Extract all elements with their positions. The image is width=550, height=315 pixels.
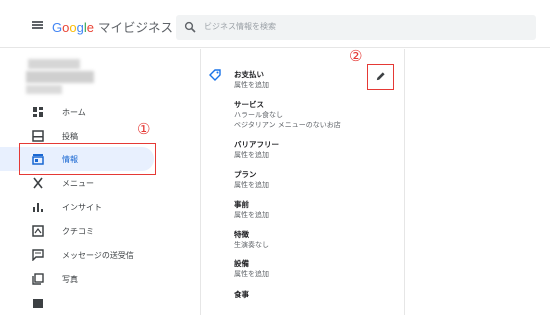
logo-letter: o xyxy=(69,20,77,35)
attribute-title: 食事 xyxy=(234,290,249,299)
logo-letter: G xyxy=(52,20,63,35)
attribute-value: ハラール食なし xyxy=(234,111,283,119)
business-info-redacted xyxy=(26,85,62,94)
annotation-marker-1: ① xyxy=(137,120,151,138)
sidebar-item-more[interactable] xyxy=(0,291,158,315)
attribute-features[interactable]: 特徴 生演奏なし xyxy=(234,230,269,250)
attribute-value[interactable]: 属性を追加 xyxy=(234,269,269,279)
annotation-box-info xyxy=(19,143,156,175)
attribute-title: お支払い xyxy=(234,70,264,79)
sidebar-item-home[interactable]: ホーム xyxy=(0,100,158,124)
tag-icon xyxy=(209,69,221,81)
product-name: マイビジネス xyxy=(97,20,173,35)
sidebar-item-insights[interactable]: インサイト xyxy=(0,195,158,219)
content-divider-left xyxy=(200,49,201,315)
message-icon xyxy=(32,249,44,261)
search-placeholder: ビジネス情報を検索 xyxy=(204,22,276,31)
edit-attributes-button[interactable] xyxy=(367,64,394,90)
google-my-business-logo[interactable]: Google マイビジネス xyxy=(52,17,173,36)
posts-icon xyxy=(32,130,44,142)
attribute-title: 事前 xyxy=(234,200,249,209)
reviews-icon xyxy=(32,225,44,237)
attribute-plans[interactable]: プラン 属性を追加 xyxy=(234,170,269,190)
attribute-value[interactable]: 属性を追加 xyxy=(234,210,269,220)
business-name-redacted xyxy=(28,59,80,69)
annotation-marker-2: ② xyxy=(349,47,363,65)
top-app-bar: Google マイビジネス ビジネス情報を検索 xyxy=(0,0,550,48)
attribute-title: サービス xyxy=(234,100,264,109)
attribute-value: 生演奏なし xyxy=(234,241,269,249)
pencil-edit-icon xyxy=(376,72,385,81)
sidebar-item-photos[interactable]: 写真 xyxy=(0,267,158,291)
attribute-advance[interactable]: 事前 属性を追加 xyxy=(234,200,269,220)
logo-letter: e xyxy=(86,20,94,35)
attribute-dining[interactable]: 食事 xyxy=(234,290,249,300)
home-dashboard-icon xyxy=(33,107,43,117)
content-divider-right xyxy=(404,49,405,315)
sidebar-item-label: 写真 xyxy=(62,275,78,284)
attribute-service[interactable]: サービス ハラール食なし ベジタリアン メニューのないお店 xyxy=(234,100,341,130)
attribute-title: バリアフリー xyxy=(234,140,279,149)
attribute-value[interactable]: 属性を追加 xyxy=(234,80,269,90)
attribute-value[interactable]: 属性を追加 xyxy=(234,180,269,190)
hamburger-menu-icon[interactable] xyxy=(32,21,43,29)
business-address-redacted xyxy=(26,71,94,83)
attribute-title: 設備 xyxy=(234,259,249,268)
sidebar-item-label: 投稿 xyxy=(62,132,78,141)
calendar-icon xyxy=(33,299,43,308)
photos-icon xyxy=(32,273,44,285)
attribute-payments[interactable]: お支払い 属性を追加 xyxy=(234,70,269,90)
attribute-accessibility[interactable]: バリアフリー 属性を追加 xyxy=(234,140,279,160)
search-input[interactable]: ビジネス情報を検索 xyxy=(176,15,536,40)
sidebar-item-label: インサイト xyxy=(62,203,102,212)
sidebar-item-label: メニュー xyxy=(62,179,94,188)
sidebar-item-label: メッセージの送受信 xyxy=(62,251,134,260)
search-icon xyxy=(184,21,196,33)
logo-letter: g xyxy=(76,20,84,35)
sidebar-item-reviews[interactable]: クチコミ xyxy=(0,219,158,243)
sidebar-item-messages[interactable]: メッセージの送受信 xyxy=(0,243,158,267)
sidebar-item-label: クチコミ xyxy=(62,227,94,236)
attribute-value[interactable]: 属性を追加 xyxy=(234,150,279,160)
attribute-value: ベジタリアン メニューのないお店 xyxy=(234,121,341,129)
attribute-title: プラン xyxy=(234,170,257,179)
fork-knife-icon xyxy=(33,177,43,189)
sidebar: ホーム 投稿 情報 メニュー インサイト クチコミ メッセージの送受信 写真 xyxy=(0,49,158,315)
attribute-title: 特徴 xyxy=(234,230,249,239)
attribute-amenities[interactable]: 設備 属性を追加 xyxy=(234,259,269,279)
sidebar-item-label: ホーム xyxy=(62,108,86,117)
insights-bar-icon xyxy=(33,203,43,212)
